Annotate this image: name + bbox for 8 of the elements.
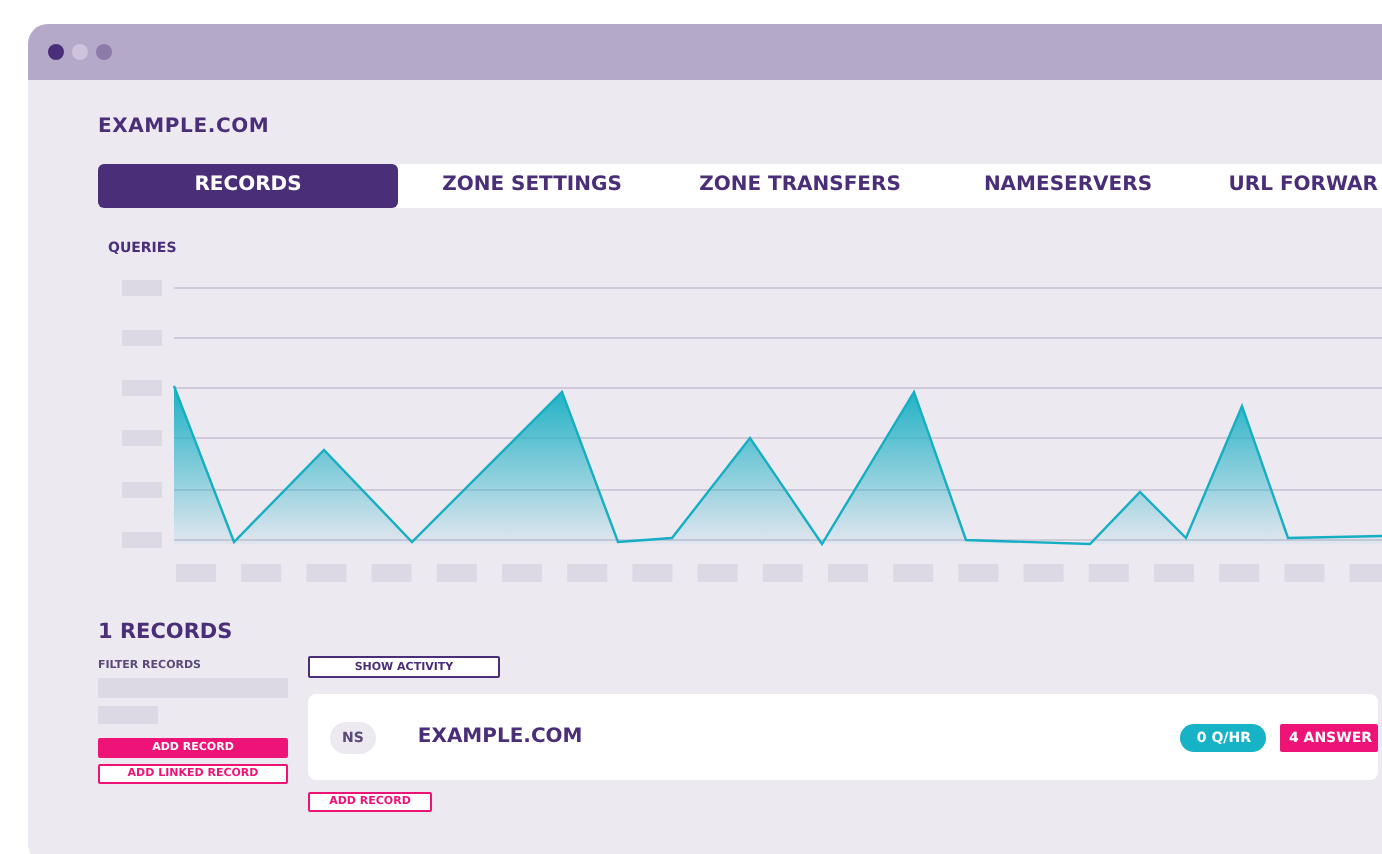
records-count: 1 RECORDS (98, 620, 235, 648)
tab[interactable]: NAMESERVERS (934, 164, 1202, 208)
tab[interactable]: URL FORWAR (1202, 164, 1378, 208)
record-name: EXAMPLE.COM (417, 726, 583, 748)
tab[interactable]: RECORDS (98, 164, 398, 208)
domain-title: EXAMPLE.COM (98, 116, 272, 142)
tab[interactable]: ZONE SETTINGS (398, 164, 666, 208)
tab[interactable]: ZONE TRANSFERS (666, 164, 934, 208)
